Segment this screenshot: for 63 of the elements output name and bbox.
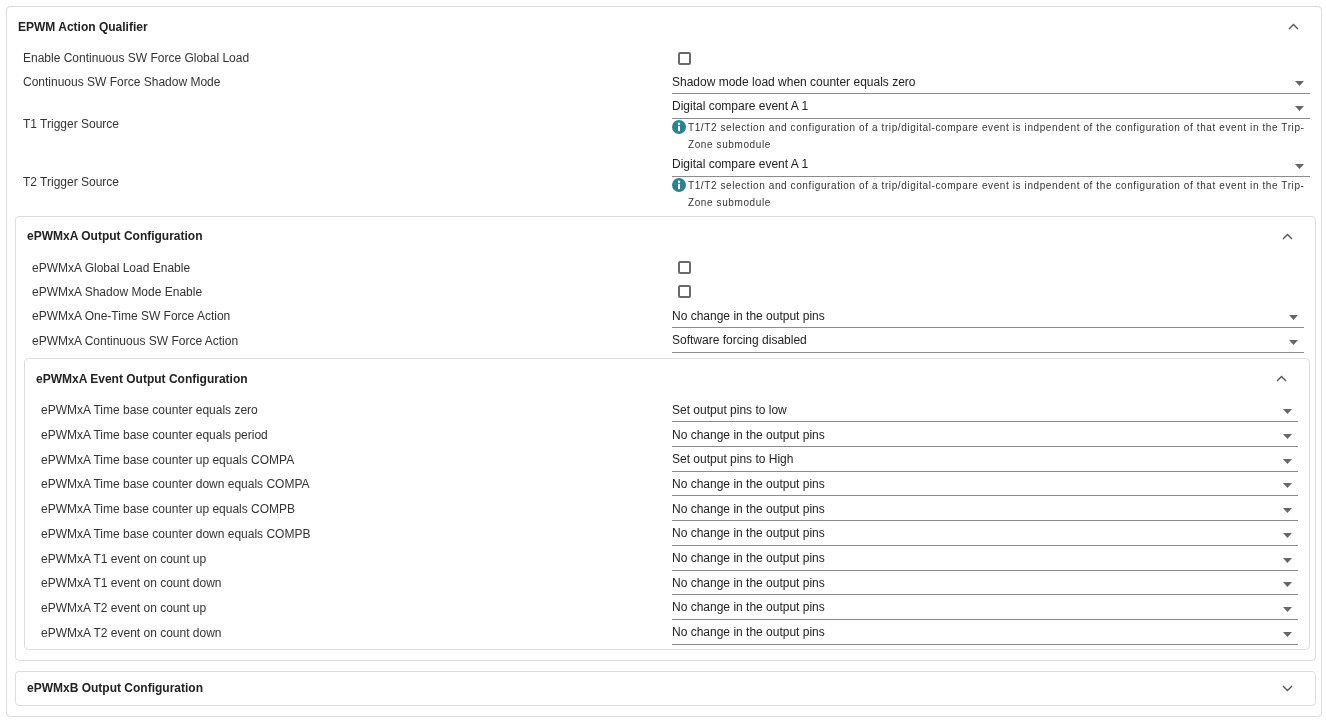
dropdown-field[interactable]: Software forcing disabled xyxy=(672,328,1304,353)
dropdown-field[interactable]: No change in the output pins xyxy=(672,595,1298,620)
dropdown-field[interactable]: No change in the output pins xyxy=(672,497,1298,522)
dropdown-caret-icon xyxy=(1283,458,1292,464)
dropdown-field[interactable]: Shadow mode load when counter equals zero xyxy=(672,70,1310,95)
dropdown-field[interactable]: Set output pins to High xyxy=(672,447,1298,472)
dropdown-field[interactable]: No change in the output pins xyxy=(672,423,1298,448)
dropdown-caret-icon xyxy=(1283,434,1292,440)
dropdown-field[interactable]: No change in the output pins xyxy=(672,546,1298,571)
field-label: ePWMxA Continuous SW Force Action xyxy=(31,332,240,350)
dropdown-caret-icon xyxy=(1283,483,1292,489)
dropdown-field[interactable]: No change in the output pins xyxy=(672,521,1298,546)
section-title: EPWM Action Qualifier xyxy=(18,18,148,36)
dropdown-caret-icon xyxy=(1289,315,1298,321)
field-label: T2 Trigger Source xyxy=(22,173,121,191)
field-label: ePWMxA Time base counter down equals COMPA xyxy=(40,476,311,494)
hint-text: T1/T2 selection and configuration of a trip/digital-compare event is indpendent of the configuration of that event in the Trip-Zone submodule xyxy=(688,120,1306,152)
dropdown-field[interactable]: No change in the output pins xyxy=(672,620,1298,645)
dropdown-field[interactable]: No change in the output pins xyxy=(672,304,1304,329)
field-label: T1 Trigger Source xyxy=(22,115,121,133)
checkbox[interactable] xyxy=(678,261,691,275)
field-label: ePWMxA Time base counter down equals COMPB xyxy=(40,525,312,543)
dropdown-caret-icon xyxy=(1283,532,1292,538)
section-title: ePWMxB Output Configuration xyxy=(27,680,203,698)
dropdown-field[interactable]: No change in the output pins xyxy=(672,571,1298,596)
info-icon xyxy=(672,119,686,134)
chevron-up-icon[interactable] xyxy=(1288,23,1299,30)
field-label: ePWMxA T1 event on count up xyxy=(40,550,208,568)
dropdown-field[interactable]: Digital compare event A 1 xyxy=(672,152,1310,177)
info-icon xyxy=(672,177,686,192)
field-label: ePWMxA T2 event on count down xyxy=(40,624,223,642)
dropdown-caret-icon xyxy=(1283,409,1292,415)
dropdown-field[interactable]: Set output pins to low xyxy=(672,398,1298,423)
dropdown-caret-icon xyxy=(1295,105,1304,111)
field-label: ePWMxA Time base counter up equals COMPB xyxy=(40,501,297,519)
chevron-up-icon[interactable] xyxy=(1282,232,1293,240)
field-label: ePWMxA Time base counter equals period xyxy=(40,427,269,445)
field-label: ePWMxA T2 event on count up xyxy=(40,599,208,617)
checkbox[interactable] xyxy=(678,51,691,65)
dropdown-caret-icon xyxy=(1283,606,1292,612)
dropdown-caret-icon xyxy=(1295,163,1304,169)
section-title: ePWMxA Event Output Configuration xyxy=(36,370,248,388)
dropdown-caret-icon xyxy=(1283,557,1292,563)
dropdown-caret-icon xyxy=(1295,81,1304,87)
field-label: ePWMxA One-Time SW Force Action xyxy=(31,308,232,326)
dropdown-field[interactable]: Digital compare event A 1 xyxy=(672,94,1310,119)
field-label: Continuous SW Force Shadow Mode xyxy=(22,74,222,92)
section-title: ePWMxA Output Configuration xyxy=(27,228,203,246)
field-label: ePWMxA Time base counter equals zero xyxy=(40,402,259,420)
field-label: ePWMxA Time base counter up equals COMPA xyxy=(40,451,296,469)
dropdown-caret-icon xyxy=(1289,339,1298,345)
dropdown-caret-icon xyxy=(1283,631,1292,637)
chevron-down-icon[interactable] xyxy=(1282,684,1293,692)
dropdown-caret-icon xyxy=(1283,508,1292,514)
hint-text: T1/T2 selection and configuration of a trip/digital-compare event is indpendent of the configuration of that event in the Trip-Zone submodule xyxy=(688,178,1306,210)
field-label: ePWMxA Shadow Mode Enable xyxy=(31,283,204,301)
field-label: ePWMxA T1 event on count down xyxy=(40,575,223,593)
field-label: ePWMxA Global Load Enable xyxy=(31,259,192,277)
dropdown-caret-icon xyxy=(1283,582,1292,588)
checkbox[interactable] xyxy=(678,285,691,299)
field-label: Enable Continuous SW Force Global Load xyxy=(22,50,251,67)
dropdown-field[interactable]: No change in the output pins xyxy=(672,472,1298,497)
chevron-up-icon[interactable] xyxy=(1276,375,1287,383)
